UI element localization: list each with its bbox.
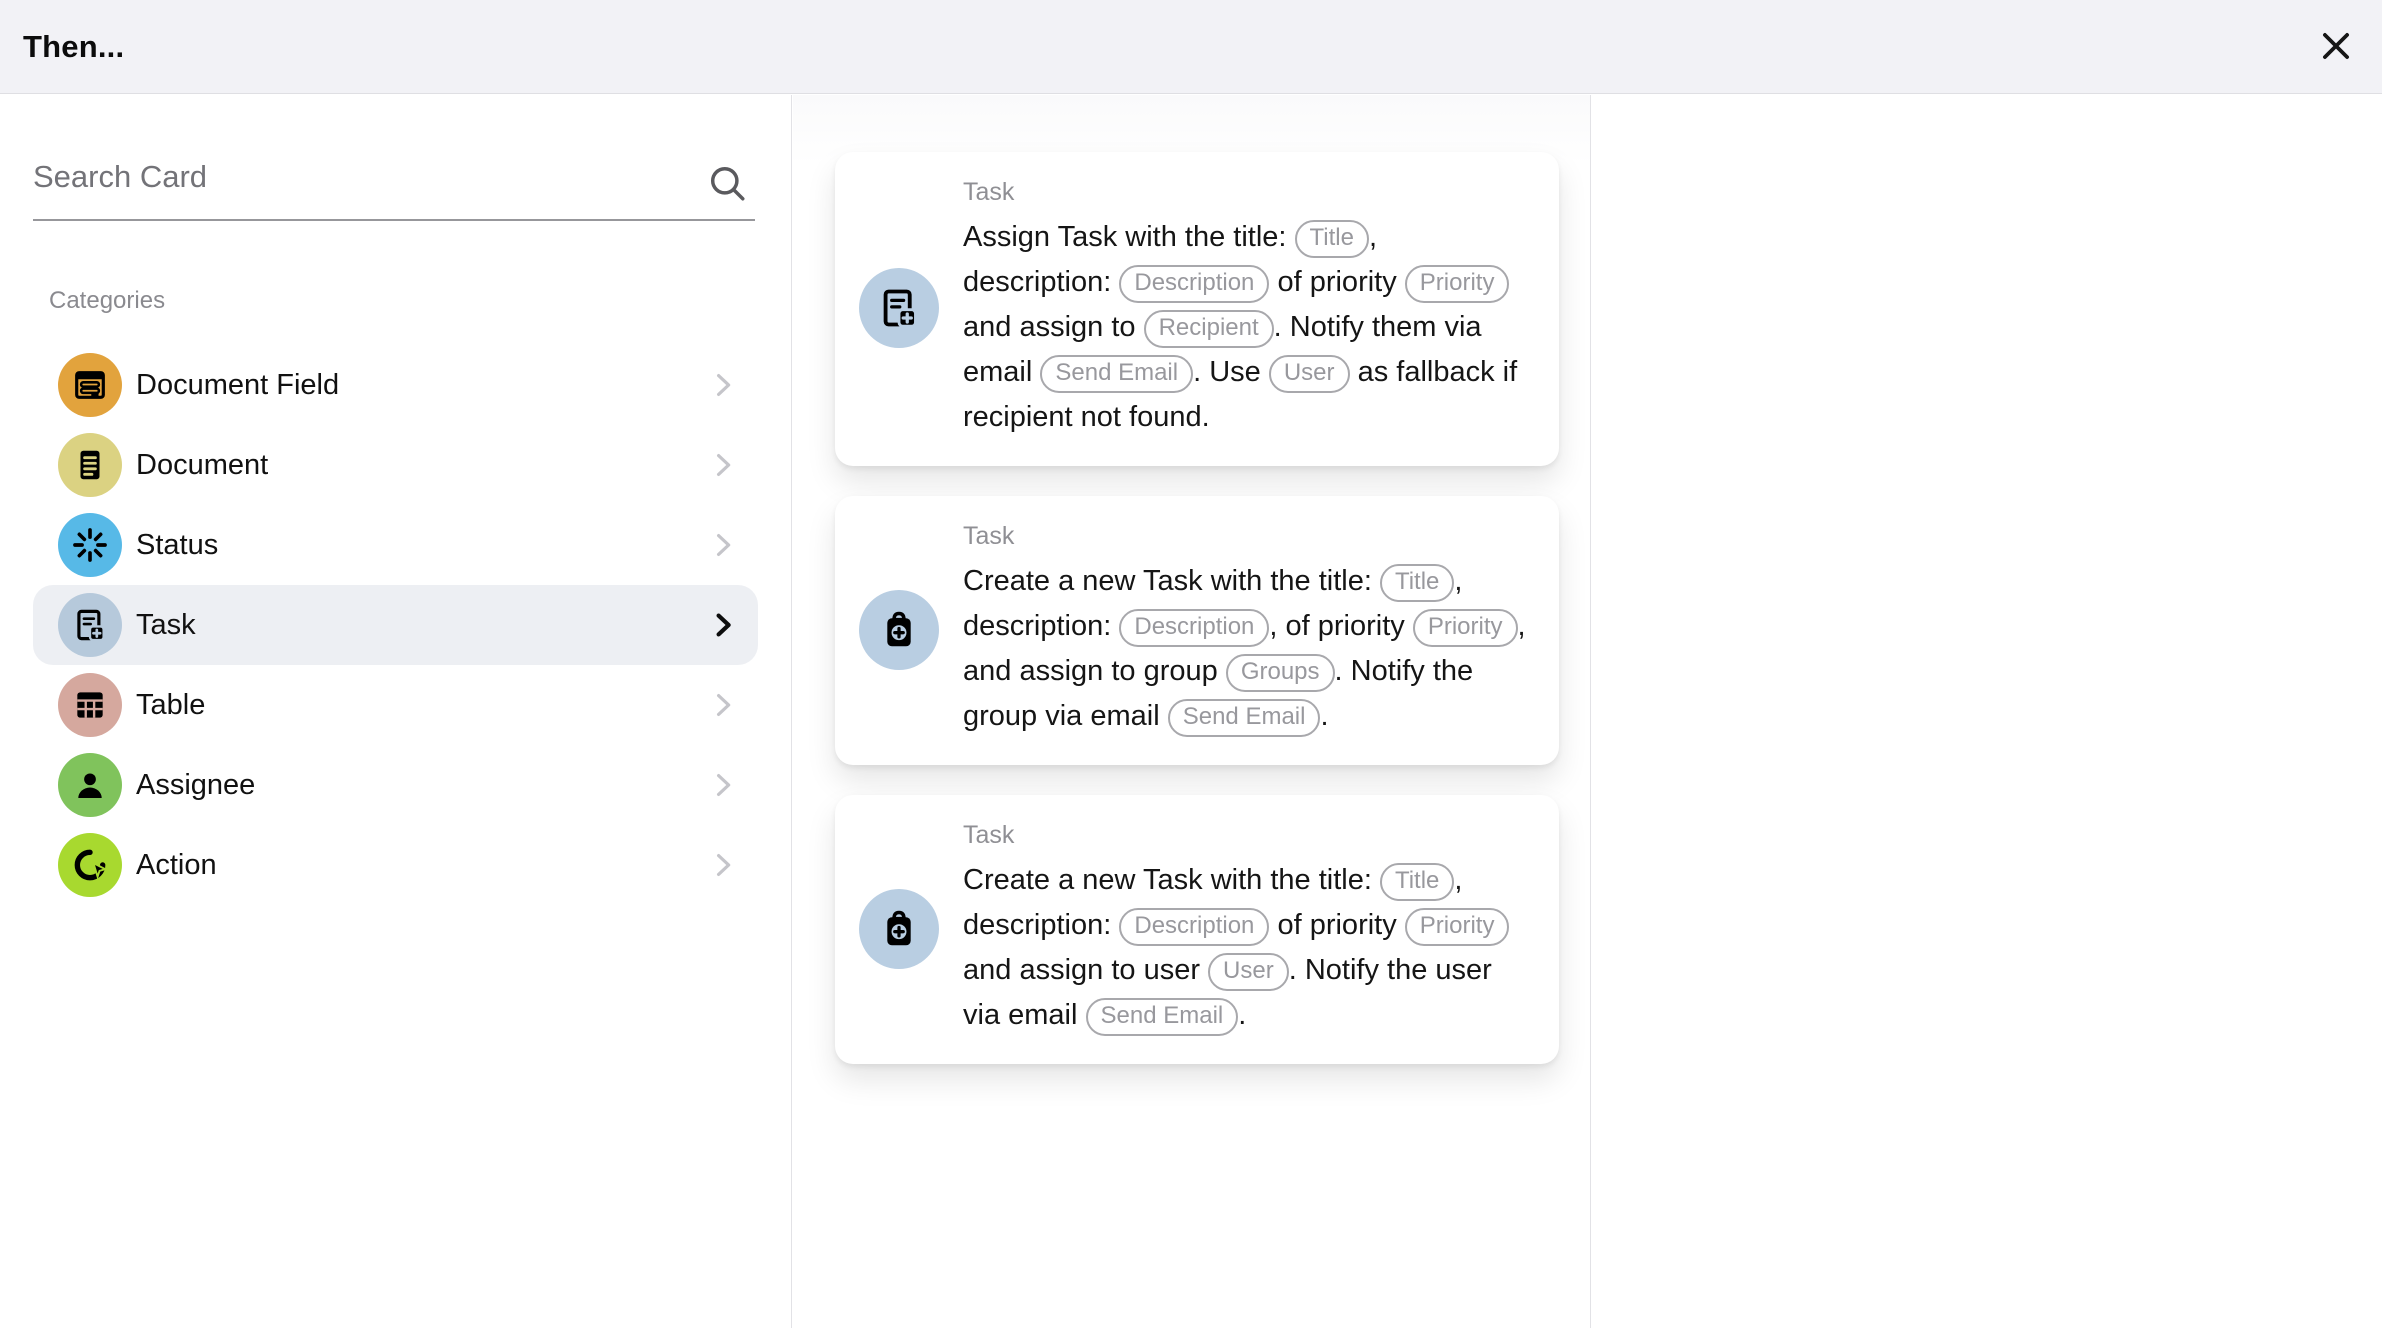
status-spinner-icon <box>58 513 122 577</box>
clipboard-add-icon <box>859 590 939 670</box>
category-list: Document Field Document Status Task Table Ass… <box>33 345 758 905</box>
card-description: Assign Task with the title: Title, descr… <box>963 215 1531 440</box>
card-icon-column <box>835 889 963 969</box>
card-description: Create a new Task with the title: Title,… <box>963 559 1531 739</box>
search-field <box>33 145 755 221</box>
task-card[interactable]: Task Create a new Task with the title: Ti… <box>835 795 1559 1064</box>
chevron-right-icon <box>708 848 738 882</box>
pill-groups: Groups <box>1226 654 1335 692</box>
sidebar-item-document[interactable]: Document <box>33 425 758 505</box>
card-body: Task Create a new Task with the title: Ti… <box>963 819 1531 1038</box>
pill-send-email: Send Email <box>1086 998 1239 1036</box>
task-add-icon <box>859 268 939 348</box>
document-field-icon <box>58 353 122 417</box>
description-text: Create a new Task with the title: <box>963 565 1380 597</box>
pill-recipient: Recipient <box>1144 310 1274 348</box>
pill-priority: Priority <box>1405 265 1510 303</box>
sidebar-item-label: Status <box>136 529 218 562</box>
document-icon <box>58 433 122 497</box>
description-text: and assign to user <box>963 954 1208 986</box>
pill-title: Title <box>1380 863 1454 901</box>
pill-priority: Priority <box>1405 908 1510 946</box>
close-icon <box>2317 27 2355 68</box>
pill-title: Title <box>1380 564 1454 602</box>
pill-send-email: Send Email <box>1040 355 1193 393</box>
sidebar-item-label: Action <box>136 849 217 882</box>
dialog-header: Then... <box>0 0 2382 94</box>
card-results-panel: Task Assign Task with the title: Title, d… <box>793 95 1591 1328</box>
sidebar-item-status[interactable]: Status <box>33 505 758 585</box>
sidebar-item-label: Document Field <box>136 369 339 402</box>
card-category-label: Task <box>963 176 1531 208</box>
categories-label: Categories <box>49 287 165 315</box>
task-card[interactable]: Task Assign Task with the title: Title, d… <box>835 152 1559 466</box>
card-body: Task Assign Task with the title: Title, d… <box>963 176 1531 440</box>
description-text: . <box>1320 700 1328 732</box>
card-body: Task Create a new Task with the title: Ti… <box>963 520 1531 739</box>
pill-description: Description <box>1119 265 1269 303</box>
search-icon[interactable] <box>705 161 749 205</box>
sidebar-item-label: Task <box>136 609 196 642</box>
description-text: . Use <box>1193 356 1269 388</box>
pill-title: Title <box>1295 220 1369 258</box>
close-button[interactable] <box>2312 23 2360 71</box>
description-text: . <box>1238 999 1246 1031</box>
sidebar-item-task[interactable]: Task <box>33 585 758 665</box>
person-icon <box>58 753 122 817</box>
sidebar-item-action[interactable]: Action <box>33 825 758 905</box>
sidebar-item-label: Document <box>136 449 268 482</box>
description-text: of priority <box>1269 266 1404 298</box>
chevron-right-icon <box>708 368 738 402</box>
card-icon-column <box>835 268 963 348</box>
card-category-label: Task <box>963 520 1531 552</box>
description-text: , of priority <box>1269 610 1412 642</box>
sidebar-item-assignee[interactable]: Assignee <box>33 745 758 825</box>
task-card[interactable]: Task Create a new Task with the title: Ti… <box>835 496 1559 765</box>
pill-priority: Priority <box>1413 609 1518 647</box>
task-add-icon <box>58 593 122 657</box>
category-sidebar: Categories Document Field Document Status T… <box>0 95 792 1328</box>
chevron-right-icon <box>708 608 738 642</box>
card-description: Create a new Task with the title: Title,… <box>963 858 1531 1038</box>
chevron-right-icon <box>708 448 738 482</box>
sidebar-item-label: Assignee <box>136 769 255 802</box>
action-arrow-icon <box>58 833 122 897</box>
detail-panel-empty <box>1592 95 2382 1328</box>
sidebar-item-label: Table <box>136 689 205 722</box>
chevron-right-icon <box>708 528 738 562</box>
clipboard-add-icon <box>859 889 939 969</box>
sidebar-item-table[interactable]: Table <box>33 665 758 745</box>
description-text: Assign Task with the title: <box>963 221 1295 253</box>
sidebar-item-document-field[interactable]: Document Field <box>33 345 758 425</box>
chevron-right-icon <box>708 688 738 722</box>
chevron-right-icon <box>708 768 738 802</box>
pill-user: User <box>1208 953 1289 991</box>
search-input[interactable] <box>33 145 755 221</box>
pill-description: Description <box>1119 908 1269 946</box>
description-text: of priority <box>1269 909 1404 941</box>
card-category-label: Task <box>963 819 1531 851</box>
card-icon-column <box>835 590 963 670</box>
description-text: Create a new Task with the title: <box>963 864 1380 896</box>
pill-description: Description <box>1119 609 1269 647</box>
pill-user: User <box>1269 355 1350 393</box>
table-grid-icon <box>58 673 122 737</box>
pill-send-email: Send Email <box>1168 699 1321 737</box>
dialog-title: Then... <box>23 29 124 65</box>
description-text: and assign to <box>963 311 1144 343</box>
